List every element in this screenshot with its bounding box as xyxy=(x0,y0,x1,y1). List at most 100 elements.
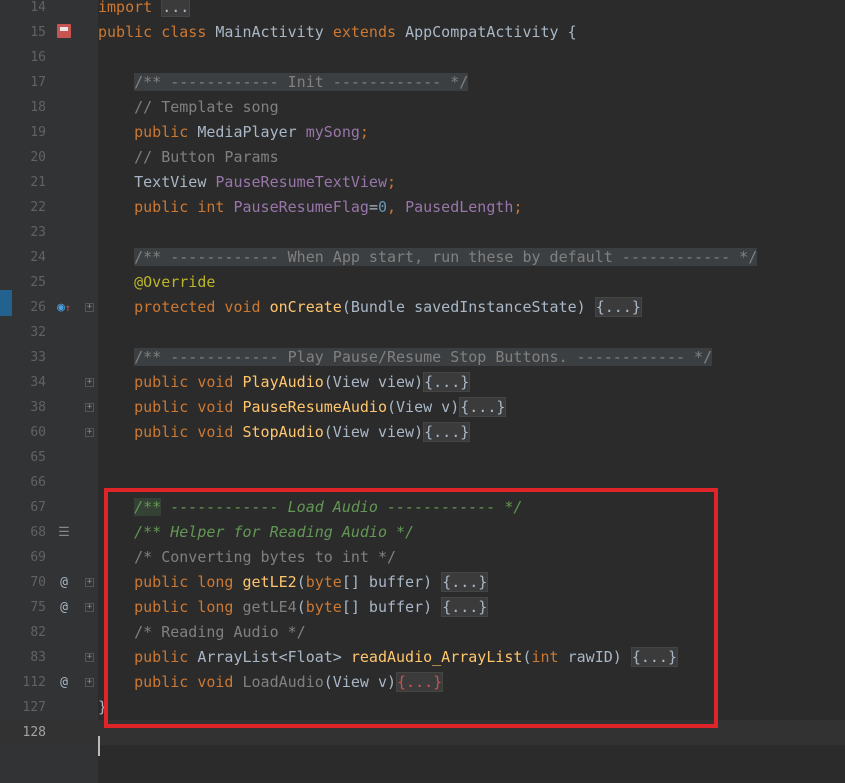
code-text[interactable]: public ArrayList<Float> readAudio_ArrayL… xyxy=(98,645,678,670)
fold-toggle-icon[interactable]: + xyxy=(85,603,94,612)
line-number[interactable]: 83 xyxy=(0,645,46,670)
line-number[interactable]: 69 xyxy=(0,545,46,570)
code-text[interactable]: // Button Params xyxy=(98,145,279,170)
override-up-icon[interactable]: ◉↑ xyxy=(55,295,73,321)
code-line[interactable]: 20 // Button Params xyxy=(0,145,845,170)
line-number[interactable]: 65 xyxy=(0,445,46,470)
code-line[interactable]: 38 + public void PauseResumeAudio(View v)… xyxy=(0,395,845,420)
line-number[interactable]: 25 xyxy=(0,270,46,295)
code-text[interactable]: /* Reading Audio */ xyxy=(98,620,306,645)
code-line[interactable]: 82 /* Reading Audio */ xyxy=(0,620,845,645)
code-text[interactable]: /** ------------ Play Pause/Resume Stop … xyxy=(98,345,713,370)
line-number[interactable]: 19 xyxy=(0,120,46,145)
code-line[interactable]: 24 /** ------------ When App start, run … xyxy=(0,245,845,270)
code-line[interactable]: 21 TextView PauseResumeTextView; xyxy=(0,170,845,195)
line-number[interactable]: 16 xyxy=(0,45,46,70)
code-line[interactable]: 70 @ + public long getLE2(byte[] buffer) {… xyxy=(0,570,845,595)
code-line[interactable]: 19 public MediaPlayer mySong; xyxy=(0,120,845,145)
fold-toggle-icon[interactable]: + xyxy=(85,303,94,312)
code-text[interactable]: public long getLE4(byte[] buffer) {...} xyxy=(98,595,489,620)
code-text[interactable]: public void StopAudio(View view){...} xyxy=(98,420,471,445)
folded-code-block[interactable]: ... xyxy=(161,0,191,17)
line-number[interactable]: 32 xyxy=(0,320,46,345)
folded-code-block[interactable]: {...} xyxy=(441,597,489,617)
code-line[interactable]: 14 import ... xyxy=(0,0,845,20)
line-number[interactable]: 21 xyxy=(0,170,46,195)
code-text[interactable]: /* Converting bytes to int */ xyxy=(98,545,396,570)
line-number[interactable]: 17 xyxy=(0,70,46,95)
line-number[interactable]: 14 xyxy=(0,0,46,20)
line-number[interactable]: 112 xyxy=(0,670,46,695)
code-text[interactable]: public int PauseResumeFlag=0, PausedLeng… xyxy=(98,195,522,220)
line-number[interactable]: 82 xyxy=(0,620,46,645)
line-number[interactable]: 127 xyxy=(0,695,46,720)
code-text[interactable]: public class MainActivity extends AppCom… xyxy=(98,20,577,45)
code-line[interactable]: 22 public int PauseResumeFlag=0, PausedL… xyxy=(0,195,845,220)
line-number[interactable]: 38 xyxy=(0,395,46,420)
line-number[interactable]: 20 xyxy=(0,145,46,170)
code-line[interactable]: 127} xyxy=(0,695,845,720)
code-line[interactable]: 23 xyxy=(0,220,845,245)
code-line[interactable]: 128 xyxy=(0,720,845,745)
fold-toggle-icon[interactable]: + xyxy=(85,403,94,412)
code-text[interactable]: // Template song xyxy=(98,95,279,120)
folded-code-block[interactable]: {...} xyxy=(396,672,444,692)
line-number[interactable]: 22 xyxy=(0,195,46,220)
code-line[interactable]: 26 ◉↑ + protected void onCreate(Bundle sav… xyxy=(0,295,845,320)
code-line[interactable]: 66 xyxy=(0,470,845,495)
fold-toggle-icon[interactable]: + xyxy=(85,678,94,687)
line-number[interactable]: 23 xyxy=(0,220,46,245)
line-number[interactable]: 75 xyxy=(0,595,46,620)
folded-code-block[interactable]: {...} xyxy=(594,297,642,317)
folded-code-block[interactable]: {...} xyxy=(630,647,678,667)
folded-code-block[interactable]: {...} xyxy=(459,397,507,417)
code-text[interactable]: public void PauseResumeAudio(View v){...… xyxy=(98,395,507,420)
code-line[interactable]: 68 ☰ /** Helper for Reading Audio */ xyxy=(0,520,845,545)
line-number[interactable]: 70 xyxy=(0,570,46,595)
code-text[interactable]: public long getLE2(byte[] buffer) {...} xyxy=(98,570,489,595)
code-line[interactable]: 25 @Override xyxy=(0,270,845,295)
folded-code-block[interactable]: {...} xyxy=(441,572,489,592)
code-line[interactable]: 15 public class MainActivity extends AppC… xyxy=(0,20,845,45)
line-number[interactable]: 18 xyxy=(0,95,46,120)
line-number[interactable]: 24 xyxy=(0,245,46,270)
code-line[interactable]: 65 xyxy=(0,445,845,470)
at-icon[interactable]: @ xyxy=(55,595,73,620)
code-text[interactable]: } xyxy=(98,695,107,720)
code-line[interactable]: 67 /** ------------ Load Audio ---------… xyxy=(0,495,845,520)
fold-toggle-icon[interactable]: + xyxy=(85,378,94,387)
code-line[interactable]: 75 @ + public long getLE4(byte[] buffer) {… xyxy=(0,595,845,620)
line-number[interactable]: 34 xyxy=(0,370,46,395)
folded-code-block[interactable]: {...} xyxy=(423,372,471,392)
line-number[interactable]: 33 xyxy=(0,345,46,370)
code-text[interactable]: import ... xyxy=(98,0,191,20)
fold-toggle-icon[interactable]: + xyxy=(85,578,94,587)
code-text[interactable]: public void PlayAudio(View view){...} xyxy=(98,370,471,395)
code-text[interactable]: protected void onCreate(Bundle savedInst… xyxy=(98,295,642,320)
code-line[interactable]: 32 xyxy=(0,320,845,345)
at-icon[interactable]: @ xyxy=(55,670,73,695)
code-line[interactable]: 18 // Template song xyxy=(0,95,845,120)
code-text[interactable]: /** ------------ When App start, run the… xyxy=(98,245,758,270)
line-number[interactable]: 66 xyxy=(0,470,46,495)
code-text[interactable]: public void LoadAudio(View v){...} xyxy=(98,670,444,695)
code-line[interactable]: 34 + public void PlayAudio(View view){...… xyxy=(0,370,845,395)
code-text[interactable]: /** Helper for Reading Audio */ xyxy=(98,520,414,545)
code-text[interactable]: TextView PauseResumeTextView; xyxy=(98,170,396,195)
line-number[interactable]: 26 xyxy=(0,295,46,320)
line-number[interactable]: 68 xyxy=(0,520,46,545)
line-number[interactable]: 128 xyxy=(0,720,46,745)
code-text[interactable]: /** ------------ Load Audio ------------… xyxy=(98,495,522,520)
code-line[interactable]: 112 @ + public void LoadAudio(View v){...} xyxy=(0,670,845,695)
code-text[interactable]: @Override xyxy=(98,270,215,295)
code-line[interactable]: 16 xyxy=(0,45,845,70)
fold-toggle-icon[interactable]: + xyxy=(85,653,94,662)
vcs-class-icon[interactable] xyxy=(55,20,73,45)
line-number[interactable]: 15 xyxy=(0,20,46,45)
at-icon[interactable]: @ xyxy=(55,570,73,595)
code-line[interactable]: 83 + public ArrayList<Float> readAudio_Ar… xyxy=(0,645,845,670)
line-number[interactable]: 67 xyxy=(0,495,46,520)
code-text[interactable]: /** ------------ Init ------------ */ xyxy=(98,70,469,95)
fold-toggle-icon[interactable]: + xyxy=(85,428,94,437)
folded-code-block[interactable]: {...} xyxy=(423,422,471,442)
